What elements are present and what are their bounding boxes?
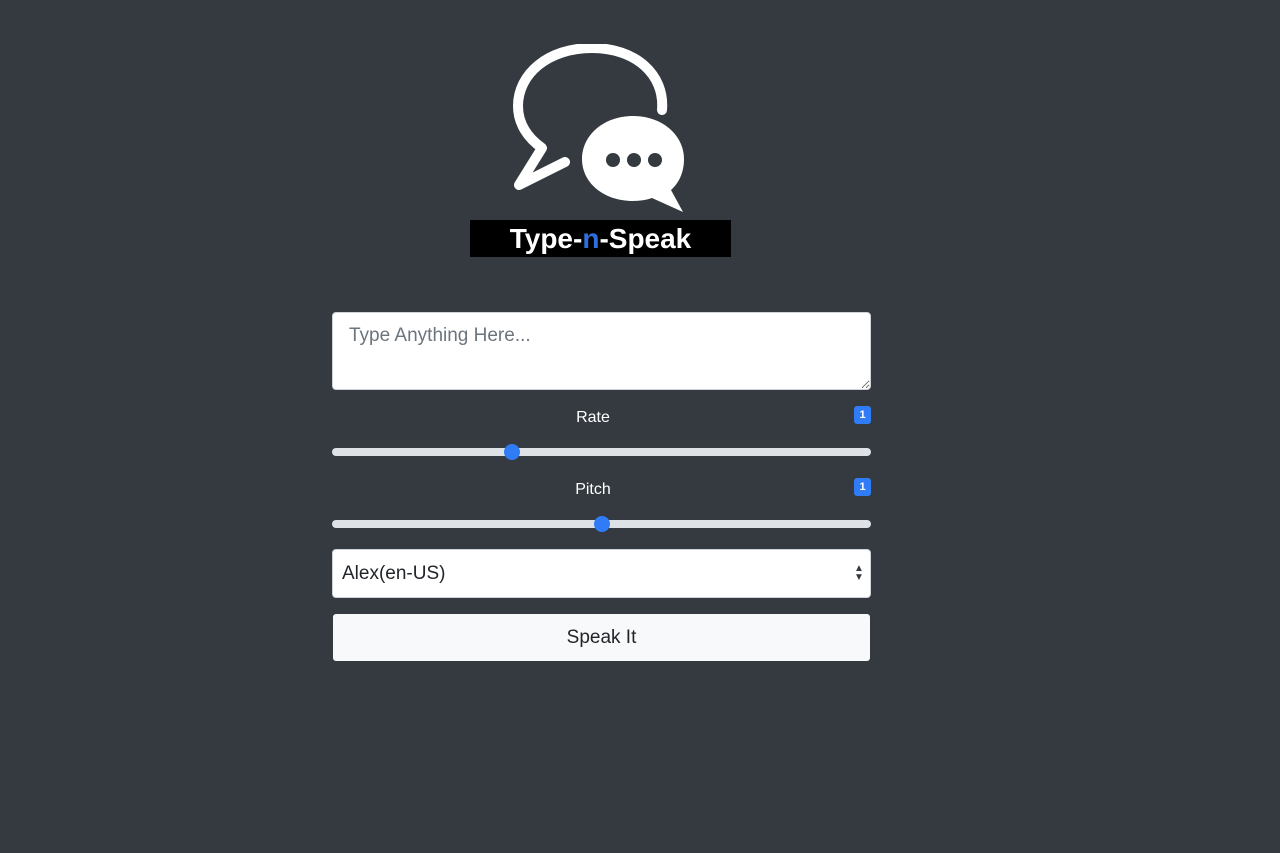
- voice-select[interactable]: Alex(en-US) ▲ ▼: [332, 549, 871, 598]
- pitch-value-badge: 1: [854, 478, 871, 496]
- logo: Type-n -Speak: [470, 44, 732, 258]
- pitch-slider[interactable]: [332, 516, 871, 532]
- logo-text-start: Type-: [509, 222, 583, 254]
- rate-slider[interactable]: [332, 444, 871, 460]
- logo-wordmark: Type-n -Speak: [470, 220, 731, 257]
- chat-bubbles-icon: [513, 44, 684, 212]
- pitch-label: Pitch: [575, 481, 611, 498]
- text-input[interactable]: [332, 312, 871, 390]
- select-arrows-icon: ▲ ▼: [854, 563, 864, 583]
- speech-form: Rate 1 Pitch 1 Alex(en-US) ▲▼ Speak It: [332, 312, 871, 662]
- page: Type-n-Speak Rate 1 Pitch 1 Alex(en-US) …: [0, 0, 1280, 853]
- pitch-slider-thumb[interactable]: [593, 516, 610, 532]
- rate-value-badge: 1: [854, 406, 871, 424]
- rate-label: Rate: [576, 409, 610, 426]
- speak-button[interactable]: Speak It: [332, 613, 871, 662]
- logo-text-accent: n: [582, 222, 600, 254]
- rate-slider-thumb[interactable]: [503, 444, 520, 460]
- voice-select-value: Alex(en-US): [342, 562, 446, 584]
- logo-text-end: -Speak: [599, 222, 692, 254]
